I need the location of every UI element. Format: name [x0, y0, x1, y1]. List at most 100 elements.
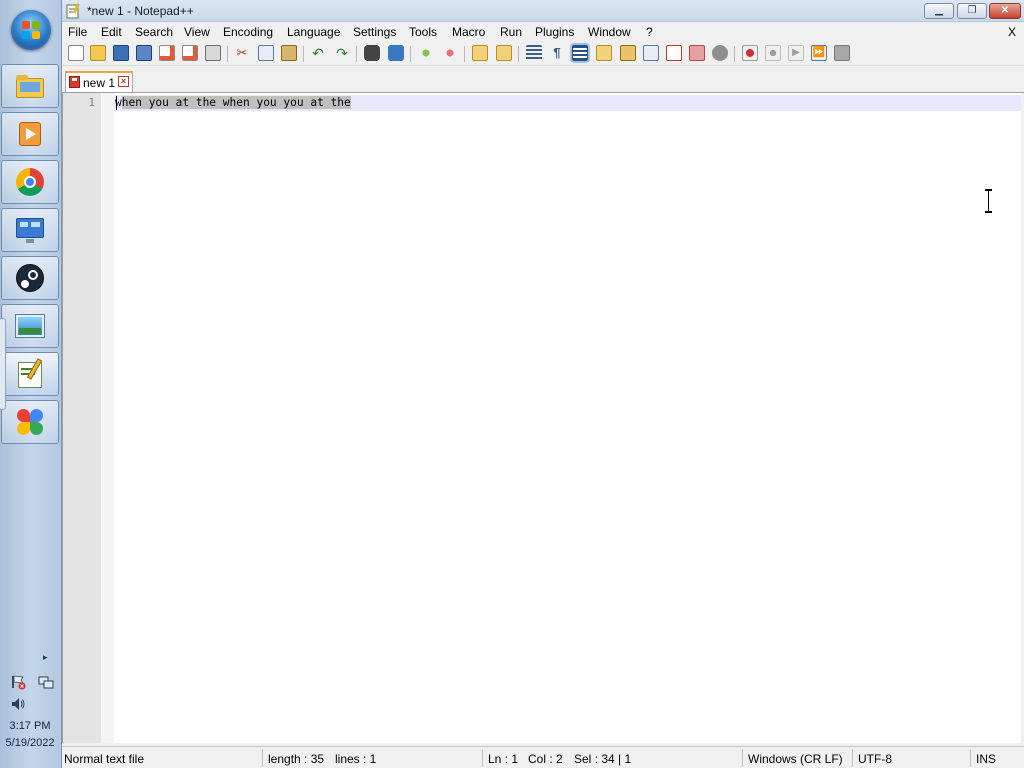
- menu-plugins[interactable]: Plugins: [535, 25, 574, 39]
- title-bar[interactable]: *new 1 - Notepad++ ▁ ❐ ✕: [62, 0, 1024, 22]
- word-wrap-icon[interactable]: [526, 45, 542, 61]
- clock-date[interactable]: 5/19/2022: [0, 737, 60, 749]
- unsaved-file-icon: [69, 76, 80, 88]
- ibeam-cursor-icon: [985, 189, 993, 213]
- selected-text: hen you at the when you you at the: [121, 96, 351, 109]
- start-button[interactable]: [11, 10, 51, 50]
- close-document-button[interactable]: X: [1008, 25, 1016, 39]
- new-file-icon[interactable]: [68, 45, 84, 61]
- save-icon[interactable]: [113, 45, 129, 61]
- stop-recording-icon[interactable]: [765, 45, 781, 61]
- chrome-icon: [14, 166, 46, 198]
- taskbar-notepadpp[interactable]: [1, 352, 59, 396]
- taskbar-image-viewer[interactable]: [1, 304, 59, 348]
- show-all-chars-icon[interactable]: ¶: [549, 45, 565, 61]
- zoom-out-icon[interactable]: [442, 45, 458, 61]
- monitoring-icon[interactable]: [689, 45, 705, 61]
- menu-encoding[interactable]: Encoding: [223, 25, 273, 39]
- menu-language[interactable]: Language: [287, 25, 340, 39]
- menu-edit[interactable]: Edit: [101, 25, 122, 39]
- sync-vertical-icon[interactable]: [472, 45, 488, 61]
- volume-icon[interactable]: [10, 696, 26, 712]
- record-disabled-icon[interactable]: [712, 45, 728, 61]
- user-language-icon[interactable]: [596, 45, 612, 61]
- notepadpp-window: *new 1 - Notepad++ ▁ ❐ ✕ File Edit Searc…: [62, 0, 1024, 768]
- text-line[interactable]: when you at the when you you at the: [115, 96, 351, 109]
- menu-file[interactable]: File: [68, 25, 87, 39]
- text-caret: [116, 96, 117, 110]
- status-lines: lines : 1: [335, 752, 377, 766]
- network-icon[interactable]: [38, 674, 54, 690]
- taskbar-steam[interactable]: [1, 256, 59, 300]
- status-eol[interactable]: Windows (CR LF): [748, 752, 843, 766]
- close-all-icon[interactable]: [182, 45, 198, 61]
- taskbar-chrome[interactable]: [1, 160, 59, 204]
- media-player-icon: [14, 118, 46, 150]
- doc-map-icon[interactable]: [620, 45, 636, 61]
- editor-area[interactable]: 1 when you at the when you you at the: [62, 92, 1024, 743]
- steam-icon: [14, 262, 46, 294]
- notepadpp-icon: [14, 358, 46, 390]
- maximize-button[interactable]: ❐: [957, 3, 987, 19]
- taskbar-pinwheel-app[interactable]: [1, 400, 59, 444]
- close-file-icon[interactable]: [159, 45, 175, 61]
- indent-guide-icon[interactable]: [572, 45, 588, 61]
- notepadpp-app-icon[interactable]: [66, 3, 80, 19]
- file-manager-icon: [14, 70, 46, 102]
- status-encoding[interactable]: UTF-8: [858, 752, 892, 766]
- cut-icon[interactable]: ✂: [234, 45, 250, 61]
- menu-search[interactable]: Search: [135, 25, 173, 39]
- tab-new-1[interactable]: new 1 ×: [65, 71, 133, 92]
- menu-settings[interactable]: Settings: [353, 25, 396, 39]
- save-all-icon[interactable]: [136, 45, 152, 61]
- taskbar: ▸ 3:17 PM 5/19/2022: [0, 0, 62, 768]
- start-recording-icon[interactable]: [742, 45, 758, 61]
- find-icon[interactable]: [364, 45, 380, 61]
- minimize-button[interactable]: ▁: [924, 3, 954, 19]
- tab-close-icon[interactable]: ×: [118, 76, 129, 87]
- paste-icon[interactable]: [281, 45, 297, 61]
- tab-label: new 1: [83, 76, 116, 90]
- status-bar: Normal text file length : 35 lines : 1 L…: [62, 746, 1024, 768]
- function-list-icon[interactable]: [643, 45, 659, 61]
- clock-time[interactable]: 3:17 PM: [0, 720, 60, 732]
- line-number-margin[interactable]: 1: [63, 93, 101, 743]
- open-file-icon[interactable]: [90, 45, 106, 61]
- zoom-in-icon[interactable]: [418, 45, 434, 61]
- menu-tools[interactable]: Tools: [409, 25, 437, 39]
- tray-expand-icon[interactable]: ▸: [43, 652, 48, 663]
- toolbar: ✂ ↶ ↷ ¶ ▶ ⏩: [62, 42, 1024, 66]
- sync-horizontal-icon[interactable]: [496, 45, 512, 61]
- status-ln[interactable]: Ln : 1: [488, 752, 518, 766]
- line-number: 1: [88, 96, 95, 109]
- run-macro-multiple-icon[interactable]: ⏩: [811, 45, 827, 61]
- fold-margin[interactable]: [101, 93, 114, 743]
- menu-view[interactable]: View: [184, 25, 210, 39]
- copy-icon[interactable]: [258, 45, 274, 61]
- windows-logo-icon: [22, 21, 40, 39]
- undo-icon[interactable]: ↶: [310, 45, 326, 61]
- status-col[interactable]: Col : 2: [528, 752, 563, 766]
- close-button[interactable]: ✕: [989, 3, 1021, 19]
- status-length: length : 35: [268, 752, 325, 766]
- playback-icon[interactable]: ▶: [788, 45, 804, 61]
- status-sel[interactable]: Sel : 34 | 1: [574, 752, 631, 766]
- replace-icon[interactable]: [388, 45, 404, 61]
- pinwheel-app-icon: [14, 406, 46, 438]
- print-icon[interactable]: [205, 45, 221, 61]
- menu-bar: File Edit Search View Encoding Language …: [62, 22, 1024, 42]
- taskbar-control-panel[interactable]: [1, 208, 59, 252]
- notification-area: [10, 674, 54, 690]
- taskbar-media-player[interactable]: [1, 112, 59, 156]
- menu-macro[interactable]: Macro: [452, 25, 485, 39]
- save-macro-icon[interactable]: [834, 45, 850, 61]
- taskbar-file-manager[interactable]: [1, 64, 59, 108]
- menu-run[interactable]: Run: [500, 25, 522, 39]
- menu-help[interactable]: ?: [646, 25, 653, 39]
- desktop-peek-tab[interactable]: [0, 318, 6, 410]
- menu-window[interactable]: Window: [588, 25, 631, 39]
- redo-icon[interactable]: ↷: [334, 45, 350, 61]
- action-center-flag-icon[interactable]: [10, 674, 26, 690]
- status-insert-mode[interactable]: INS: [976, 752, 996, 766]
- folder-workspace-icon[interactable]: [666, 45, 682, 61]
